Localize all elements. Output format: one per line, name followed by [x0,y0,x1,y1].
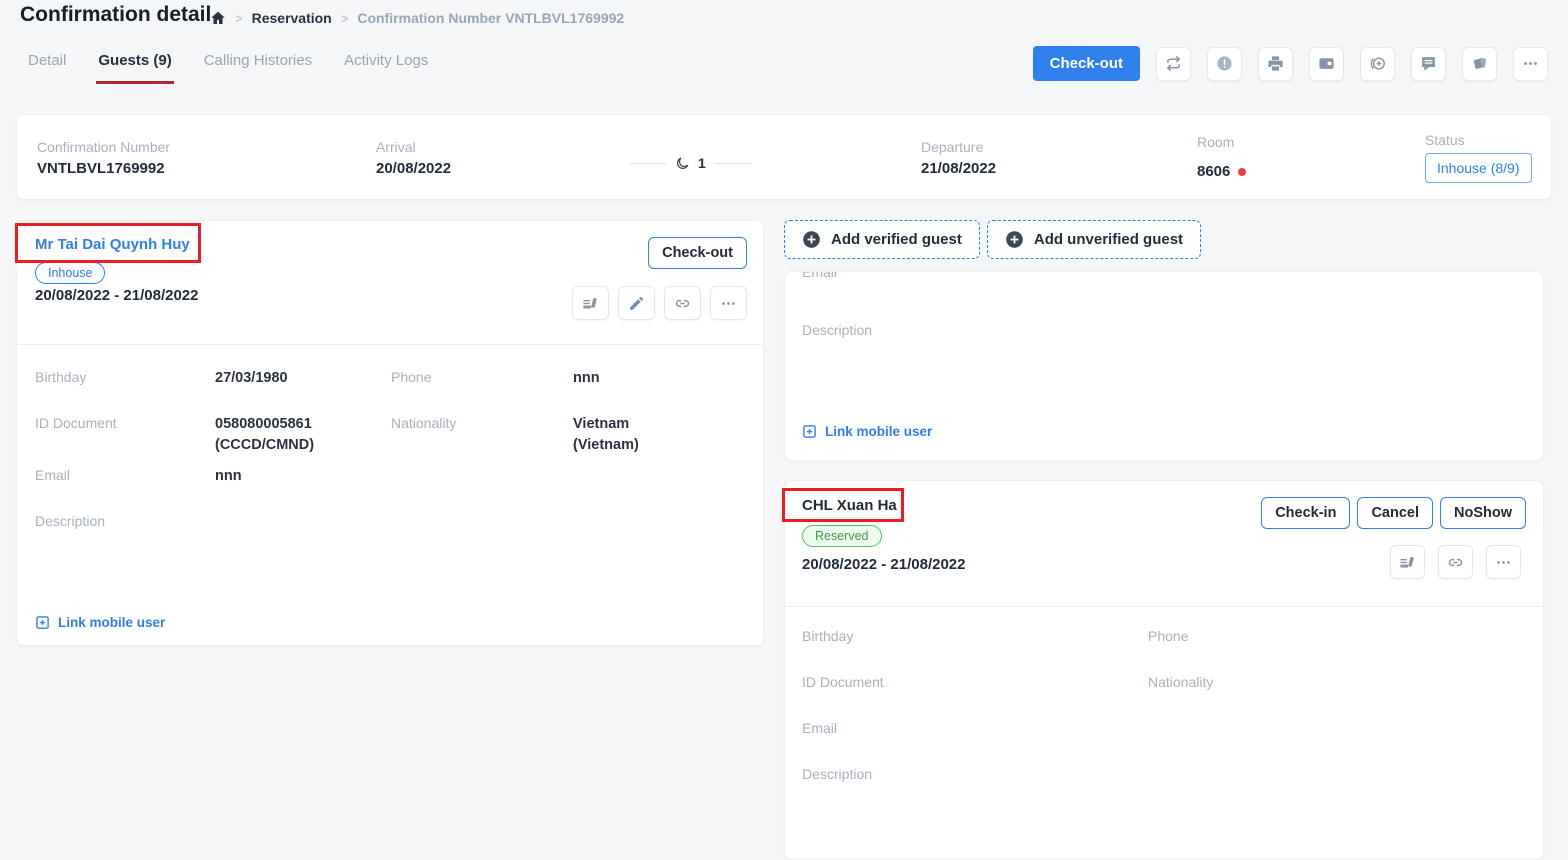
description-label: Description [802,766,872,782]
nights-indicator: 1 [629,155,752,171]
nights-count: 1 [698,155,706,171]
phone-label: Phone [1148,628,1188,644]
plus-circle-icon [1005,230,1024,249]
guest-card-secondary: CHL Xuan Ha Reserved 20/08/2022 - 21/08/… [784,480,1544,860]
confirmation-number-value: VNTLBVL1769992 [37,160,165,177]
birthday-label: Birthday [802,628,853,644]
print-icon[interactable] [1258,47,1293,81]
room-value: 8606 [1197,163,1246,180]
plus-square-icon [35,615,50,630]
wallet-icon[interactable] [1309,47,1344,81]
guest-card-primary: Mr Tai Dai Quynh Huy Inhouse 20/08/2022 … [16,220,764,646]
guest-date-range: 20/08/2022 - 21/08/2022 [35,287,198,304]
phone-label: Phone [391,369,431,385]
birthday-value: 27/03/1980 [215,368,288,389]
room-label: Room [1197,134,1234,150]
link-mobile-user-button[interactable]: Link mobile user [802,424,932,439]
breadcrumb-item-confirmation: Confirmation Number VNTLBVL1769992 [357,10,624,26]
nationality-value: Vietnam(Vietnam) [573,414,639,456]
email-label: Email [802,271,837,280]
coins-icon[interactable] [1360,47,1395,81]
tab-activity-logs[interactable]: Activity Logs [342,48,430,84]
home-icon[interactable] [210,10,226,26]
arrival-value: 20/08/2022 [376,160,451,177]
id-document-label: ID Document [35,415,117,431]
tab-detail[interactable]: Detail [26,48,68,84]
tab-bar: Detail Guests (9) Calling Histories Acti… [26,48,430,84]
confirmation-number-label: Confirmation Number [37,139,170,155]
status-label: Status [1425,132,1465,148]
guest-date-range: 20/08/2022 - 21/08/2022 [802,556,965,573]
alert-icon[interactable] [1207,47,1242,81]
moon-icon [675,156,690,171]
phone-value: nnn [573,368,600,389]
link-icon[interactable] [1438,545,1473,579]
guest-card-partial: Email Description Link mobile user [784,271,1544,461]
guest-status-badge: Inhouse [35,262,105,284]
breadcrumb-separator: > [235,11,243,26]
noshow-button[interactable]: NoShow [1440,497,1526,529]
id-document-label: ID Document [802,674,884,690]
breadcrumb-separator: > [341,11,349,26]
plus-square-icon [802,424,817,439]
breadcrumb: > Reservation > Confirmation Number VNTL… [210,10,624,26]
divider [714,163,752,164]
edit-icon[interactable] [618,286,655,320]
guest-card-toolbar [572,286,747,320]
reservation-summary-card: Confirmation Number VNTLBVL1769992 Arriv… [16,114,1552,200]
nationality-label: Nationality [1148,674,1213,690]
guest-name[interactable]: CHL Xuan Ha [802,497,897,514]
cancel-button[interactable]: Cancel [1357,497,1433,529]
guest-card-actions: Check-in Cancel NoShow [1261,497,1526,529]
cards-icon[interactable] [1462,47,1497,81]
email-label: Email [35,467,70,483]
plus-circle-icon [802,230,821,249]
divider [629,163,667,164]
header-toolbar: Check-out [1033,46,1548,81]
guest-status-badge: Reserved [802,525,882,547]
departure-value: 21/08/2022 [921,160,996,177]
status-badge[interactable]: Inhouse (8/9) [1425,153,1532,183]
description-label: Description [35,513,105,529]
link-icon[interactable] [664,286,701,320]
email-label: Email [802,720,837,736]
checkout-button[interactable]: Check-out [1033,46,1140,81]
more-icon[interactable] [1486,545,1521,579]
divider [17,344,763,345]
comment-icon[interactable] [1411,47,1446,81]
checkin-button[interactable]: Check-in [1261,497,1350,529]
description-label: Description [802,322,872,338]
guest-checkout-button[interactable]: Check-out [648,237,747,269]
more-icon[interactable] [1513,47,1548,81]
folio-icon[interactable] [1390,545,1425,579]
folio-icon[interactable] [572,286,609,320]
email-value: nnn [215,466,242,487]
birthday-label: Birthday [35,369,86,385]
guest-name-link[interactable]: Mr Tai Dai Quynh Huy [35,236,190,253]
guest-card-toolbar [1390,545,1521,579]
guest-add-actions: Add verified guest Add unverified guest [784,220,1201,259]
breadcrumb-item-reservation[interactable]: Reservation [252,10,332,26]
id-document-value: 058080005861(CCCD/CMND) [215,414,314,456]
tab-calling-histories[interactable]: Calling Histories [202,48,314,84]
room-status-dot [1238,168,1246,176]
tab-guests[interactable]: Guests (9) [96,48,173,84]
arrival-label: Arrival [376,139,416,155]
page-title: Confirmation detail [20,3,211,27]
nationality-label: Nationality [391,415,456,431]
more-icon[interactable] [710,286,747,320]
departure-label: Departure [921,139,983,155]
divider [785,606,1543,607]
transfer-icon[interactable] [1156,47,1191,81]
link-mobile-user-button[interactable]: Link mobile user [35,615,165,630]
add-unverified-guest-button[interactable]: Add unverified guest [987,220,1201,259]
add-verified-guest-button[interactable]: Add verified guest [784,220,980,259]
